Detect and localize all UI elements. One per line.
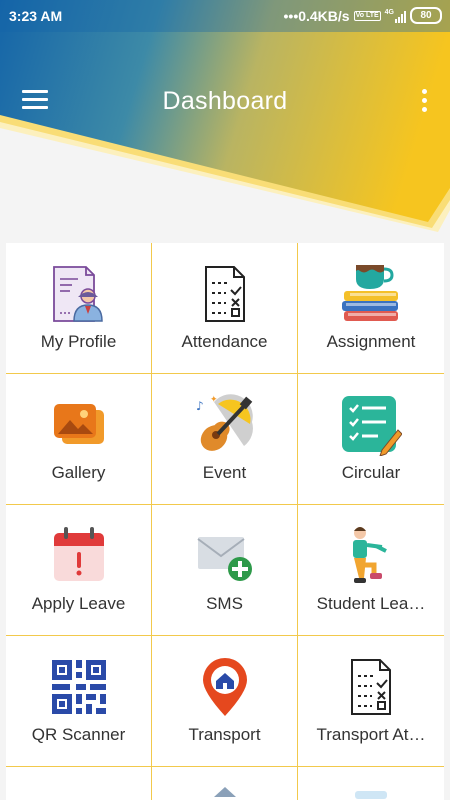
tile-label: Event bbox=[202, 463, 247, 482]
page-title: Dashboard bbox=[162, 87, 288, 115]
header-background: 3:23 AM •••0.4KB/s Vo LTE 4G 80 Dashboar… bbox=[0, 0, 450, 245]
tile-label: Student Lea… bbox=[316, 594, 426, 613]
tile-sms[interactable]: SMS bbox=[152, 505, 298, 636]
location-pin-icon bbox=[202, 658, 247, 716]
partial-icon bbox=[213, 787, 236, 797]
tile-label: QR Scanner bbox=[31, 725, 126, 744]
status-bar: 3:23 AM •••0.4KB/s Vo LTE 4G 80 bbox=[0, 0, 450, 32]
student-walking-icon bbox=[353, 527, 387, 583]
gallery-icon bbox=[53, 404, 104, 444]
profile-icon bbox=[52, 266, 103, 322]
qr-code-icon bbox=[51, 660, 106, 714]
tile-label: SMS bbox=[206, 594, 243, 613]
tile-qr-scanner[interactable]: QR Scanner bbox=[6, 636, 152, 767]
toolbar: Dashboard bbox=[0, 80, 450, 124]
tile-partial[interactable] bbox=[152, 767, 298, 800]
volte-badge: Vo LTE bbox=[353, 10, 381, 21]
transport-checklist-icon bbox=[351, 659, 391, 715]
tile-label: My Profile bbox=[40, 332, 117, 351]
dashboard-grid: My Profile Attendance Assignment Gallery… bbox=[6, 243, 444, 800]
signal-label: 4G bbox=[384, 8, 394, 16]
dashboard-screen: 3:23 AM •••0.4KB/s Vo LTE 4G 80 Dashboar… bbox=[0, 0, 450, 800]
tile-student-leave[interactable]: Student Lea… bbox=[298, 505, 444, 636]
tile-label: Transport At… bbox=[316, 725, 426, 744]
tile-label: Attendance bbox=[181, 332, 268, 351]
tile-label: Apply Leave bbox=[31, 594, 126, 613]
status-indicators: •••0.4KB/s Vo LTE 4G 80 bbox=[284, 7, 442, 24]
tile-assignment[interactable]: Assignment bbox=[298, 243, 444, 374]
tile-transport[interactable]: Transport bbox=[152, 636, 298, 767]
tile-my-profile[interactable]: My Profile bbox=[6, 243, 152, 374]
tile-partial[interactable] bbox=[298, 767, 444, 800]
circular-list-icon bbox=[342, 396, 402, 456]
tile-circular[interactable]: Circular bbox=[298, 374, 444, 505]
more-vertical-icon[interactable] bbox=[420, 89, 428, 115]
battery-indicator: 80 bbox=[410, 7, 442, 24]
sms-envelope-icon bbox=[196, 537, 252, 581]
signal-icon: 4G bbox=[385, 9, 406, 23]
tile-partial[interactable] bbox=[6, 767, 152, 800]
guitar-icon: ♪ ✦ bbox=[196, 394, 253, 451]
tile-label: Circular bbox=[341, 463, 401, 482]
tile-gallery[interactable]: Gallery bbox=[6, 374, 152, 505]
tile-transport-attendance[interactable]: Transport At… bbox=[298, 636, 444, 767]
svg-text:✦: ✦ bbox=[210, 395, 218, 405]
calendar-alert-icon bbox=[53, 527, 104, 581]
tile-label: Transport bbox=[188, 725, 261, 744]
checklist-icon bbox=[204, 266, 245, 322]
network-speed: •••0.4KB/s bbox=[283, 7, 350, 24]
tile-label: Gallery bbox=[51, 463, 106, 482]
tile-apply-leave[interactable]: Apply Leave bbox=[6, 505, 152, 636]
partial-icon bbox=[355, 791, 387, 799]
status-time: 3:23 AM bbox=[9, 8, 63, 24]
tile-label: Assignment bbox=[326, 332, 416, 351]
tile-event[interactable]: ♪ ✦ Event bbox=[152, 374, 298, 505]
books-cup-icon bbox=[342, 265, 398, 321]
tile-attendance[interactable]: Attendance bbox=[152, 243, 298, 374]
svg-text:♪: ♪ bbox=[196, 399, 204, 413]
